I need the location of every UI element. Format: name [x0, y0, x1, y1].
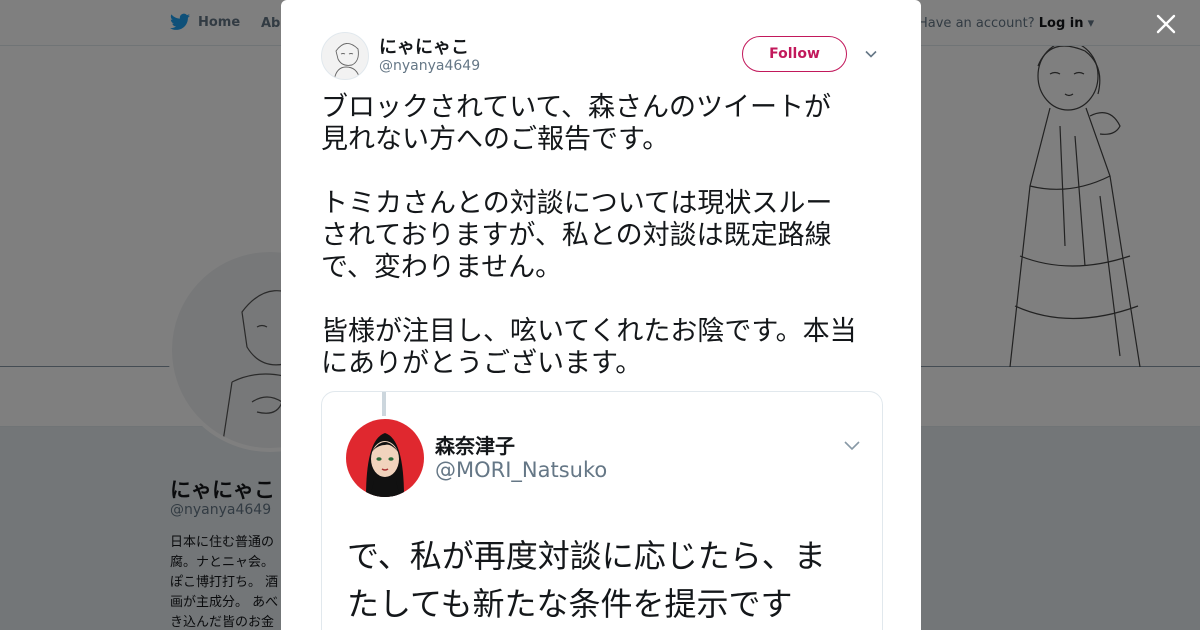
tweet-text: ブロックされていて、森さんのツイートが 見れない方へのご報告です。 トミカさんと… [321, 92, 891, 380]
close-icon[interactable] [1152, 10, 1180, 38]
quoted-author-handle: @MORI_Natsuko [435, 458, 608, 482]
tweet-paragraph: ブロックされていて、森さんのツイートが 見れない方へのご報告です。 [321, 92, 832, 155]
tweet-modal: にゃにゃこ @nyanya4649 Follow ブロックされていて、森さんのツ… [281, 0, 921, 630]
author-name[interactable]: にゃにゃこ [379, 33, 469, 59]
author-avatar[interactable] [321, 32, 369, 80]
quoted-tweet-text: で、私が再度対談に応じたら、ま たしても新たな条件を提示です [347, 537, 826, 623]
chevron-down-icon[interactable] [863, 46, 879, 62]
author-handle[interactable]: @nyanya4649 [379, 58, 480, 74]
thread-line [382, 392, 386, 416]
chevron-down-icon [844, 441, 860, 451]
quoted-author-name: 森奈津子 [435, 434, 515, 458]
quoted-author-avatar [346, 419, 424, 497]
tweet-paragraph: トミカさんとの対談については現状スルー されておりますが、私との対談は既定路線 … [321, 188, 833, 283]
follow-button[interactable]: Follow [742, 36, 847, 72]
attached-screenshot-image[interactable]: 森奈津子 @MORI_Natsuko で、私が再度対談に応じたら、ま たしても新… [321, 391, 883, 630]
tweet-paragraph: 皆様が注目し、呟いてくれたお陰です。本当 にありがとうございます。 [321, 316, 857, 379]
